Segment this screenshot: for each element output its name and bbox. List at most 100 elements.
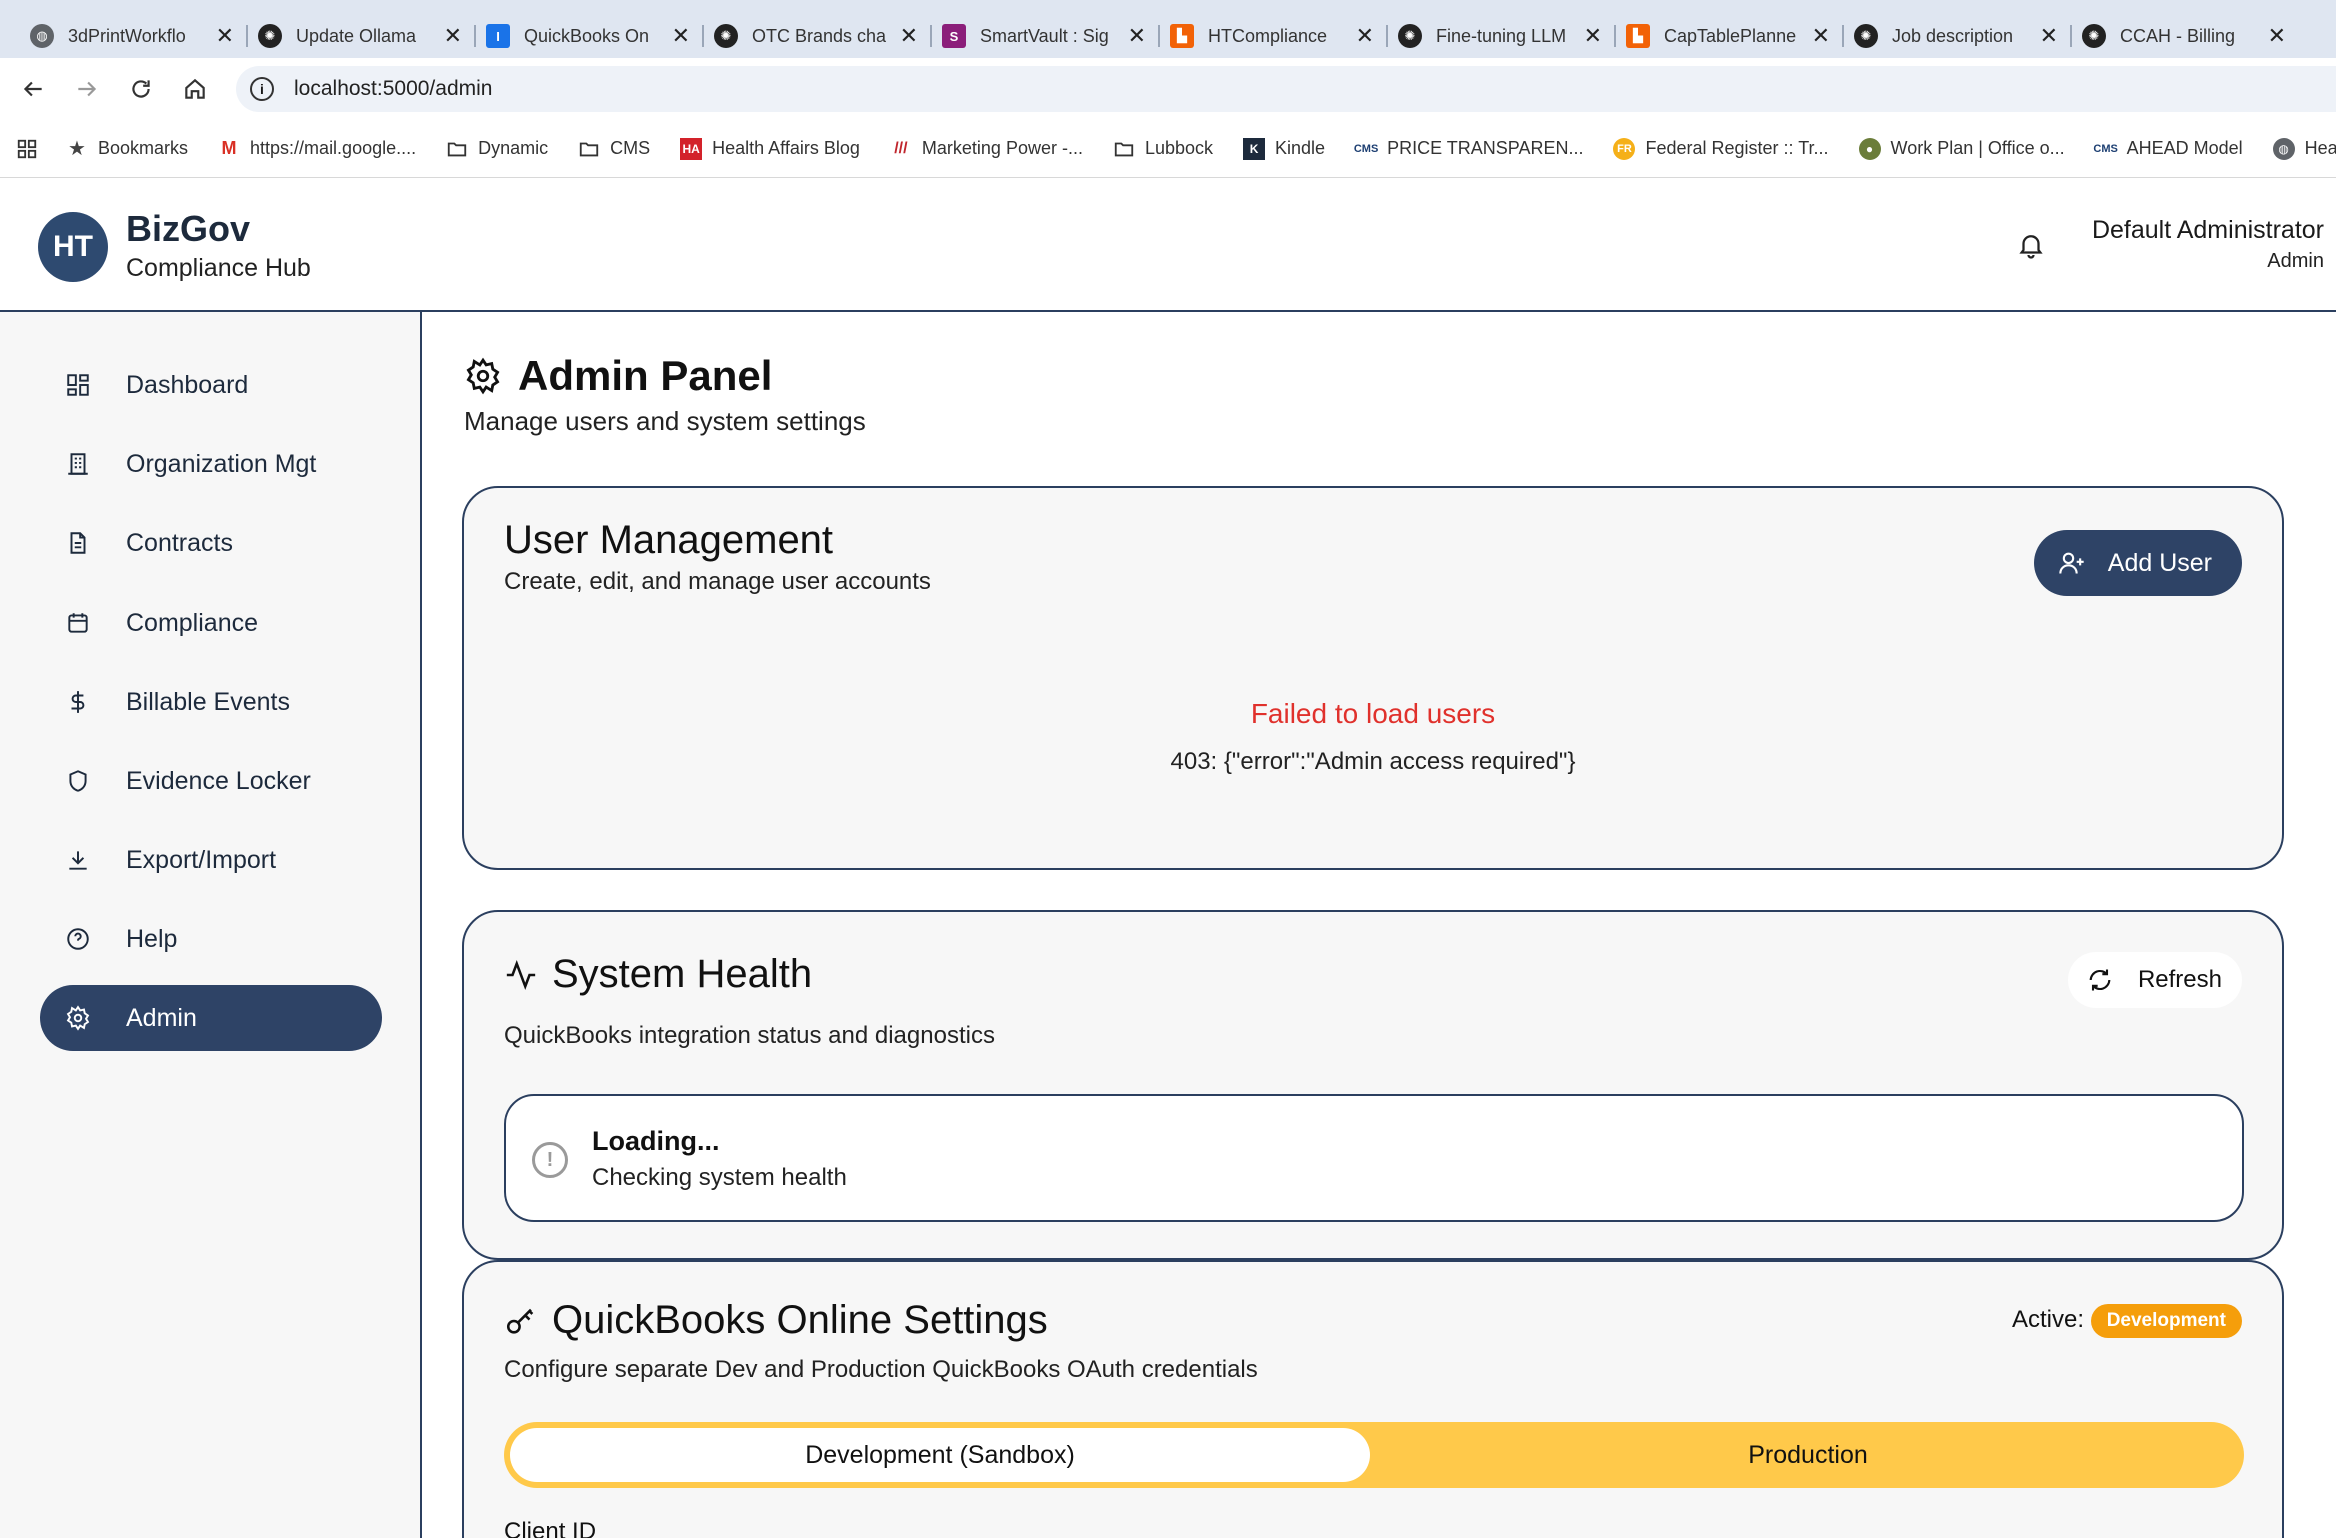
bookmark-label: Health Tr [2304, 138, 2336, 158]
add-user-button[interactable]: Add User [2033, 530, 2242, 596]
sidebar-item-export-import[interactable]: Export/Import [40, 827, 382, 893]
bookmark-item[interactable]: HA Health Affairs Blog [680, 137, 860, 160]
tab-title: 3dPrintWorkflo [68, 25, 186, 46]
browser-tab[interactable]: ✺ OTC Brands cha ✕ [702, 15, 930, 57]
tab-title: CapTablePlanne [1664, 25, 1797, 46]
refresh-icon [2089, 969, 2111, 991]
close-icon[interactable]: ✕ [444, 23, 462, 49]
help-icon [64, 925, 92, 953]
sidebar-item-help[interactable]: Help [40, 906, 382, 972]
sidebar-item-contracts[interactable]: Contracts [40, 510, 382, 576]
bookmark-item[interactable]: CMS [578, 138, 650, 160]
cms-icon: CMS [2093, 142, 2118, 155]
apps-grid-icon[interactable] [16, 138, 38, 160]
folder-icon [446, 138, 468, 160]
building-icon [64, 450, 92, 478]
close-icon[interactable]: ✕ [672, 23, 690, 49]
arrow-left-icon [23, 81, 42, 97]
bookmark-item[interactable]: CMS PRICE TRANSPAREN... [1354, 138, 1584, 160]
reload-button[interactable] [114, 62, 168, 116]
sidebar-item-billable-events[interactable]: Billable Events [40, 669, 382, 735]
bookmark-item[interactable]: FR Federal Register :: Tr... [1613, 137, 1829, 160]
browser-tab[interactable]: ✺ Fine-tuning LLM ✕ [1386, 15, 1614, 57]
card-subtitle: Configure separate Dev and Production Qu… [504, 1356, 1258, 1383]
kindle-icon: K [1243, 137, 1266, 160]
browser-tab[interactable]: ✺ CCAH - Billing ✕ [2070, 15, 2298, 57]
close-icon[interactable]: ✕ [1812, 23, 1830, 49]
tab-title: Fine-tuning LLM [1436, 25, 1567, 46]
close-icon[interactable]: ✕ [2040, 23, 2058, 49]
browser-tab[interactable]: I QuickBooks On ✕ [474, 15, 702, 57]
close-icon[interactable]: ✕ [216, 23, 234, 49]
user-name[interactable]: Default Administrator [2092, 216, 2324, 245]
bookmark-label: Lubbock [1144, 138, 1214, 158]
system-health-card: System Health QuickBooks integration sta… [462, 910, 2284, 1260]
sidebar-item-label: Organization Mgt [126, 449, 317, 478]
card-title-text: User Management [504, 518, 834, 562]
bookmark-item[interactable]: CMS AHEAD Model [2093, 138, 2242, 160]
sidebar: Dashboard Organization Mgt Contracts Com… [0, 312, 422, 1538]
refresh-label: Refresh [2137, 966, 2222, 993]
sidebar-item-label: Admin [126, 1003, 197, 1032]
health-status-box: ! Loading... Checking system health [504, 1094, 2244, 1222]
globe-icon: ◍ [2272, 137, 2295, 160]
close-icon[interactable]: ✕ [2268, 23, 2286, 49]
bookmark-item[interactable]: ● Work Plan | Office o... [1858, 137, 2065, 160]
close-icon[interactable]: ✕ [1356, 23, 1374, 49]
sidebar-item-organization[interactable]: Organization Mgt [40, 431, 382, 497]
user-plus-icon [2059, 552, 2084, 574]
user-role: Admin [2267, 250, 2324, 272]
bookmark-item[interactable]: Mhttps://mail.google.... [218, 138, 417, 160]
app-subtitle: Compliance Hub [126, 254, 311, 282]
bookmark-item[interactable]: /// Marketing Power -... [890, 138, 1083, 160]
dashboard-icon [64, 371, 92, 399]
refresh-button[interactable]: Refresh [2067, 952, 2242, 1008]
browser-tab[interactable]: S SmartVault : Sig ✕ [930, 15, 1158, 57]
sidebar-item-dashboard[interactable]: Dashboard [40, 352, 382, 418]
bookmark-item[interactable]: ◍ Health Tr [2272, 137, 2336, 160]
browser-tab[interactable]: ◍ 3dPrintWorkflo ✕ [18, 15, 246, 57]
home-button[interactable] [168, 62, 222, 116]
back-button[interactable] [6, 62, 60, 116]
sidebar-item-label: Billable Events [126, 687, 290, 716]
tab-title: HTCompliance [1208, 25, 1328, 46]
bookmark-label: Marketing Power -... [921, 138, 1083, 158]
quickbooks-icon: I [486, 24, 510, 48]
browser-tab[interactable]: ▙ HTCompliance ✕ [1158, 15, 1386, 57]
sidebar-item-admin[interactable]: Admin [40, 985, 382, 1051]
sidebar-item-evidence-locker[interactable]: Evidence Locker [40, 748, 382, 814]
url-input[interactable]: i localhost:5000/admin [236, 66, 2336, 112]
bookmark-label: Kindle [1275, 138, 1326, 158]
ha-icon: HA [680, 137, 703, 160]
openai-icon: ✺ [258, 24, 282, 48]
main-content: Admin Panel Manage users and system sett… [424, 312, 2336, 1538]
calendar-icon [64, 609, 92, 637]
close-icon[interactable]: ✕ [1584, 23, 1602, 49]
browser-tab[interactable]: ✺ Update Ollama ✕ [246, 15, 474, 57]
site-info-icon[interactable]: i [250, 77, 274, 101]
close-icon[interactable]: ✕ [1128, 23, 1146, 49]
sidebar-item-label: Dashboard [126, 370, 249, 399]
sidebar-item-compliance[interactable]: Compliance [40, 590, 382, 656]
bookmark-item[interactable]: Dynamic [446, 138, 548, 160]
tab-development[interactable]: Development (Sandbox) [510, 1428, 1370, 1482]
error-title: Failed to load users [1250, 698, 1496, 729]
page-subtitle: Manage users and system settings [464, 406, 866, 436]
bookmark-item[interactable]: Lubbock [1113, 138, 1213, 160]
bell-icon[interactable] [2016, 230, 2046, 260]
bookmark-label: Work Plan | Office o... [1890, 138, 2065, 158]
gear-icon [64, 1004, 92, 1032]
close-icon[interactable]: ✕ [900, 23, 918, 49]
tab-production[interactable]: Production [1378, 1428, 2238, 1482]
page-title: Admin Panel [464, 352, 772, 400]
forward-button[interactable] [60, 62, 114, 116]
card-title-text: System Health [552, 952, 813, 996]
tab-title: Job description [1892, 25, 2014, 46]
browser-tab[interactable]: ✺ Job description ✕ [1842, 15, 2070, 57]
bookmark-item[interactable]: ★ Bookmarks [66, 138, 188, 160]
shield-icon [64, 767, 92, 795]
browser-tab[interactable]: ▙ CapTablePlanne ✕ [1614, 15, 1842, 57]
bookmark-item[interactable]: K Kindle [1243, 137, 1326, 160]
openai-icon: ✺ [1854, 24, 1878, 48]
arrow-right-icon [78, 81, 97, 97]
